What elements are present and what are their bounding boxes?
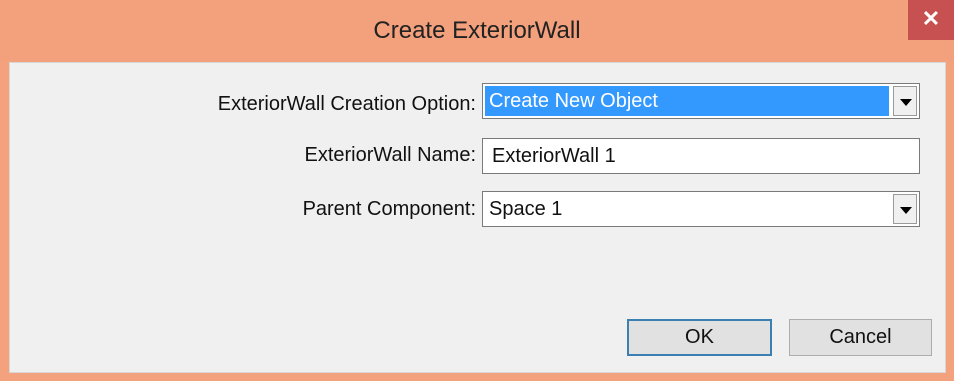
close-icon: ✕	[921, 6, 941, 31]
name-label: ExteriorWall Name:	[304, 144, 476, 166]
creation-option-label: ExteriorWall Creation Option:	[217, 93, 476, 115]
chevron-down-icon[interactable]	[893, 194, 917, 224]
chevron-down-icon[interactable]	[893, 86, 917, 116]
title-bar: Create ExteriorWall ✕	[0, 0, 954, 62]
parent-component-label: Parent Component:	[302, 198, 476, 220]
ok-button[interactable]: OK	[627, 319, 772, 356]
cancel-button[interactable]: Cancel	[789, 319, 932, 356]
parent-component-value: Space 1	[489, 198, 563, 220]
parent-component-dropdown[interactable]: Space 1	[482, 191, 920, 227]
close-button[interactable]: ✕	[908, 0, 954, 40]
dialog-title: Create ExteriorWall	[373, 17, 581, 44]
name-input[interactable]: ExteriorWall 1	[482, 138, 920, 174]
dialog-body: ExteriorWall Creation Option: Create New…	[9, 62, 946, 373]
creation-option-value: Create New Object	[485, 86, 889, 116]
creation-option-dropdown[interactable]: Create New Object	[482, 83, 920, 119]
dialog-window: Create ExteriorWall ✕ ExteriorWall Creat…	[0, 0, 954, 381]
